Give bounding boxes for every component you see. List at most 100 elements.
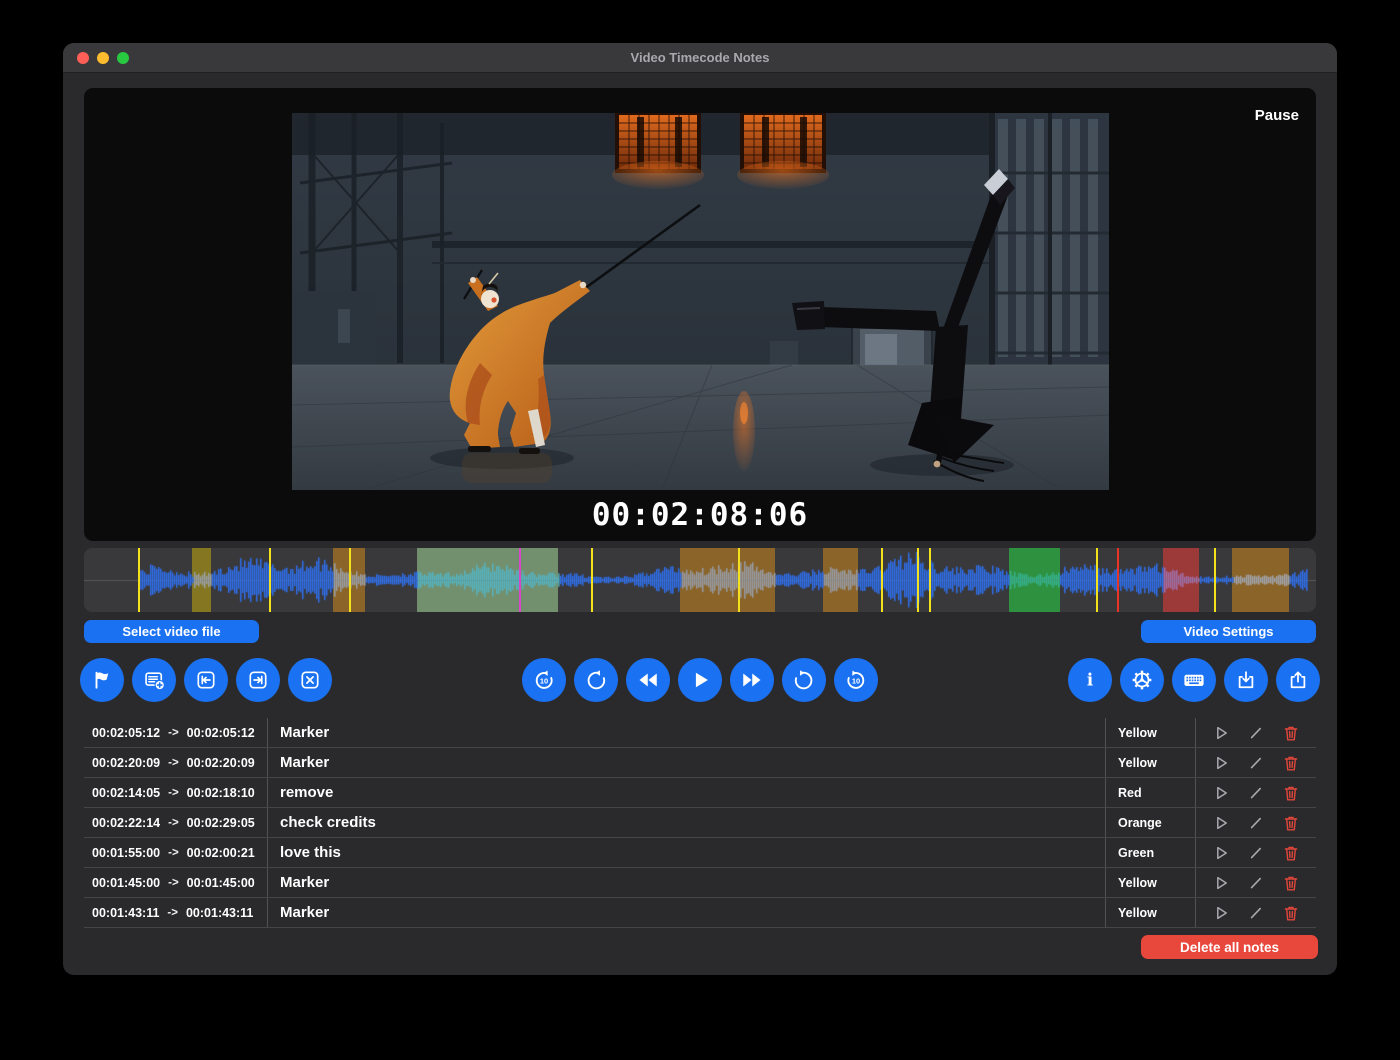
edit-pencil-icon: [1246, 873, 1266, 893]
note-delete-button[interactable]: [1281, 813, 1301, 833]
note-text: remove: [267, 778, 1105, 807]
note-edit-button[interactable]: [1246, 873, 1266, 893]
jump-end-icon: [247, 669, 269, 691]
note-row: 00:02:14:05 -> 00:02:18:10 remove Red: [84, 778, 1316, 808]
note-delete-button[interactable]: [1281, 723, 1301, 743]
note-edit-button[interactable]: [1246, 903, 1266, 923]
note-timecodes: 00:02:22:14 -> 00:02:29:05: [84, 808, 267, 837]
note-play-button[interactable]: [1211, 723, 1231, 743]
note-delete-button[interactable]: [1281, 873, 1301, 893]
note-play-button[interactable]: [1211, 813, 1231, 833]
play-icon: [688, 668, 712, 692]
note-delete-button[interactable]: [1281, 843, 1301, 863]
note-play-button[interactable]: [1211, 873, 1231, 893]
edit-pencil-icon: [1246, 753, 1266, 773]
note-color-label: Yellow: [1105, 898, 1195, 927]
note-row: 00:02:22:14 -> 00:02:29:05 check credits…: [84, 808, 1316, 838]
note-arrow: ->: [168, 847, 179, 859]
svg-text:10: 10: [852, 677, 860, 686]
note-edit-button[interactable]: [1246, 783, 1266, 803]
note-start-timecode: 00:02:22:14: [92, 816, 160, 830]
trash-icon: [1281, 843, 1301, 863]
rewind-button[interactable]: [626, 658, 670, 702]
add-marker-flag-button[interactable]: [80, 658, 124, 702]
note-text: Marker: [267, 748, 1105, 777]
close-window-button[interactable]: [77, 52, 89, 64]
marker-tools-group: [80, 658, 332, 702]
zoom-window-button[interactable]: [117, 52, 129, 64]
restart-forward-button[interactable]: [782, 658, 826, 702]
video-player[interactable]: Pause 00:02:08:06: [84, 88, 1316, 541]
import-notes-button[interactable]: [1224, 658, 1268, 702]
note-arrow: ->: [167, 907, 178, 919]
waveform[interactable]: [84, 548, 1316, 612]
select-video-file-button[interactable]: Select video file: [84, 620, 259, 643]
note-add-icon: [143, 669, 165, 691]
back-10-icon: 10: [533, 669, 555, 691]
play-outline-icon: [1211, 843, 1231, 863]
note-edit-button[interactable]: [1246, 813, 1266, 833]
note-edit-button[interactable]: [1246, 753, 1266, 773]
window-title: Video Timecode Notes: [63, 50, 1337, 65]
trash-icon: [1281, 903, 1301, 923]
waveform-marker-line: [881, 548, 883, 612]
note-delete-button[interactable]: [1281, 783, 1301, 803]
note-play-button[interactable]: [1211, 783, 1231, 803]
note-actions: [1195, 868, 1316, 897]
forward-10-icon: 10: [845, 669, 867, 691]
keyboard-shortcuts-button[interactable]: [1172, 658, 1216, 702]
utility-buttons-group: i: [1068, 658, 1320, 702]
settings-button[interactable]: [1120, 658, 1164, 702]
video-frame: [292, 113, 1109, 490]
waveform-marker-line: [1117, 548, 1119, 612]
note-text: Marker: [267, 868, 1105, 897]
note-start-timecode: 00:01:55:00: [92, 846, 160, 860]
fast-forward-button[interactable]: [730, 658, 774, 702]
play-button[interactable]: [678, 658, 722, 702]
edit-pencil-icon: [1246, 813, 1266, 833]
playback-controls-group: 10: [522, 658, 878, 702]
note-play-button[interactable]: [1211, 903, 1231, 923]
clear-selection-button[interactable]: [288, 658, 332, 702]
edit-pencil-icon: [1246, 723, 1266, 743]
add-note-button[interactable]: [132, 658, 176, 702]
note-end-timecode: 00:01:45:00: [187, 876, 255, 890]
waveform-marker-line: [269, 548, 271, 612]
minimize-window-button[interactable]: [97, 52, 109, 64]
note-play-button[interactable]: [1211, 843, 1231, 863]
note-edit-button[interactable]: [1246, 843, 1266, 863]
svg-text:10: 10: [540, 677, 548, 686]
notes-table: 00:02:05:12 -> 00:02:05:12 Marker Yellow: [84, 718, 1316, 928]
note-delete-button[interactable]: [1281, 753, 1301, 773]
jump-to-end-button[interactable]: [236, 658, 280, 702]
play-outline-icon: [1211, 903, 1231, 923]
note-delete-button[interactable]: [1281, 903, 1301, 923]
delete-all-notes-button[interactable]: Delete all notes: [1141, 935, 1318, 959]
play-outline-icon: [1211, 873, 1231, 893]
note-text: love this: [267, 838, 1105, 867]
note-edit-button[interactable]: [1246, 723, 1266, 743]
titlebar: Video Timecode Notes: [63, 43, 1337, 73]
info-button[interactable]: i: [1068, 658, 1112, 702]
note-timecodes: 00:02:14:05 -> 00:02:18:10: [84, 778, 267, 807]
restart-backward-button[interactable]: [574, 658, 618, 702]
play-outline-icon: [1211, 783, 1231, 803]
playback-state-button[interactable]: Pause: [1255, 107, 1299, 124]
jump-to-start-button[interactable]: [184, 658, 228, 702]
svg-text:i: i: [1087, 671, 1093, 690]
video-settings-button[interactable]: Video Settings: [1141, 620, 1316, 643]
trash-icon: [1281, 813, 1301, 833]
note-timecodes: 00:01:45:00 -> 00:01:45:00: [84, 868, 267, 897]
play-outline-icon: [1211, 723, 1231, 743]
back-10-seconds-button[interactable]: 10: [522, 658, 566, 702]
export-notes-button[interactable]: [1276, 658, 1320, 702]
note-end-timecode: 00:02:20:09: [187, 756, 255, 770]
jump-start-icon: [195, 669, 217, 691]
export-share-icon: [1287, 669, 1309, 691]
note-timecodes: 00:02:05:12 -> 00:02:05:12: [84, 718, 267, 747]
trash-icon: [1281, 873, 1301, 893]
note-actions: [1195, 778, 1316, 807]
forward-10-seconds-button[interactable]: 10: [834, 658, 878, 702]
note-play-button[interactable]: [1211, 753, 1231, 773]
note-actions: [1195, 898, 1316, 927]
